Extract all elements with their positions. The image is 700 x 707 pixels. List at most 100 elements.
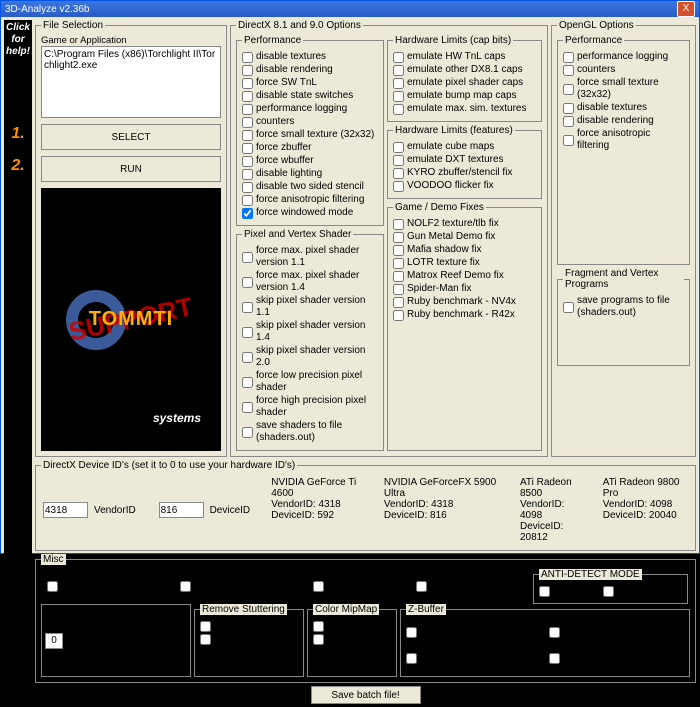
checkbox-item[interactable]: counters — [242, 116, 378, 128]
run-button[interactable]: RUN — [41, 156, 221, 182]
checkbox-item[interactable]: force 16 bit zbuffer (without stencil) — [406, 620, 541, 644]
checkbox-item[interactable]: emulate bump map caps — [393, 90, 536, 102]
select-button[interactable]: SELECT — [41, 124, 221, 150]
checkbox-item[interactable]: NOLF2 texture/tlb fix — [393, 218, 536, 230]
checkbox-item[interactable]: save programs to file (shaders.out) — [563, 295, 684, 319]
checkbox-item[interactable]: Ruby benchmark - R42x — [393, 309, 536, 321]
checkbox-item[interactable]: methode 2 — [313, 633, 391, 645]
checkbox-item[interactable]: Matrox Reef Demo fix — [393, 270, 536, 282]
checkbox-item[interactable]: skip pixel shader version 1.1 — [242, 295, 378, 319]
gdf-legend: Game / Demo Fixes — [393, 202, 486, 213]
device-id-input[interactable] — [159, 502, 204, 518]
checkbox-item[interactable]: force wbuffer — [242, 155, 378, 167]
save-batch-button[interactable]: Save batch file! — [311, 686, 421, 704]
checkbox-item[interactable]: force windowed mode — [242, 207, 378, 219]
step-2: 2. — [11, 160, 24, 172]
opengl-legend: OpenGL Options — [557, 20, 636, 31]
checkbox-item[interactable]: force small texture (32x32) — [242, 129, 378, 141]
opengl-group: OpenGL Options Performance performance l… — [551, 20, 696, 457]
close-icon[interactable]: X — [677, 1, 695, 17]
hwf-legend: Hardware Limits (features) — [393, 125, 515, 136]
checkbox-item[interactable]: VOODOO flicker fix — [393, 180, 536, 192]
checkbox-item[interactable]: emulate HW TnL caps — [393, 51, 536, 63]
fvp-legend: Fragment and Vertex Programs — [563, 268, 684, 290]
checkbox-item[interactable]: disable state switches — [242, 90, 378, 102]
checkbox-item[interactable]: force 16 bit zbuffer (with stencil) — [549, 620, 684, 644]
vendor-id-label: VendorID — [94, 505, 136, 516]
checkbox-item[interactable]: force SW TnL — [242, 77, 378, 89]
checkbox-item[interactable]: KYRO zbuffer/stencil fix — [393, 167, 536, 179]
checkbox-item[interactable]: methode 1 — [313, 620, 391, 632]
help-text: help! — [6, 46, 30, 58]
checkbox-item[interactable]: quality mode — [200, 620, 298, 632]
checkbox-item[interactable]: skip pixel shader version 2.0 — [242, 345, 378, 369]
debug-log-checkbox[interactable]: debug logging (log.out) — [174, 570, 304, 603]
misc-group: Misc force wireframe mode debug logging … — [35, 554, 696, 683]
help-sidebar[interactable]: Click for help! 1. 2. — [4, 20, 32, 704]
checkbox-item[interactable]: Spider-Man fix — [393, 283, 536, 295]
checkbox-item[interactable]: force anisotropic filtering — [242, 194, 378, 206]
checkbox-item[interactable]: performance mode — [200, 633, 298, 645]
checkbox-item[interactable]: force high precision pixel shader — [242, 395, 378, 419]
checkbox-item[interactable]: force anisotropic filtering — [563, 128, 684, 152]
fragment-vertex-group: Fragment and Vertex Programs save progra… — [557, 268, 690, 366]
adm-textures-checkbox[interactable]: textures — [603, 585, 653, 597]
checkbox-item[interactable]: disable textures — [242, 51, 378, 63]
adm-shaders-checkbox[interactable]: shaders — [539, 585, 589, 597]
checkbox-item[interactable]: emulate pixel shader caps — [393, 77, 536, 89]
rs-legend: Remove Stuttering — [200, 604, 287, 615]
checkbox-item[interactable]: force 24 bit zbuffer (with stencil) — [549, 646, 684, 670]
checkbox-item[interactable]: force small texture (32x32) — [563, 77, 684, 101]
checkbox-item[interactable]: disable textures — [563, 102, 684, 114]
countdown-group: countdown for disable rendering / disabl… — [41, 604, 191, 677]
game-app-label: Game or Application — [41, 35, 221, 46]
checkbox-item[interactable]: Mafia shadow fix — [393, 244, 536, 256]
checkbox-item[interactable]: force 24 bit zbuffer (without stencil) — [406, 646, 541, 670]
countdown-label: countdown for disable rendering / disabl… — [67, 624, 187, 657]
color-mipmap-group: Color MipMap methode 1methode 2 — [307, 604, 397, 677]
checkbox-item[interactable]: emulate DXT textures — [393, 154, 536, 166]
force-100hz-checkbox[interactable]: force 100 hz — [307, 570, 407, 603]
checkbox-item[interactable]: force max. pixel shader version 1.4 — [242, 270, 378, 294]
checkbox-item[interactable]: force low precision pixel shader — [242, 370, 378, 394]
pvs-legend: Pixel and Vertex Shader — [242, 229, 353, 240]
vendor-id-input[interactable] — [43, 502, 88, 518]
checkbox-item[interactable]: disable rendering — [563, 115, 684, 127]
checkbox-item[interactable]: emulate max. sim. textures — [393, 103, 536, 115]
force-reference-checkbox[interactable]: force reference rast. — [410, 570, 530, 603]
checkbox-item[interactable]: emulate cube maps — [393, 141, 536, 153]
help-text: Click — [6, 22, 30, 34]
logo: SUPPORT TOMMTI systems — [41, 188, 221, 451]
checkbox-item[interactable]: skip pixel shader version 1.4 — [242, 320, 378, 344]
checkbox-item[interactable]: emulate other DX8.1 caps — [393, 64, 536, 76]
anti-detect-group: ANTI-DETECT MODE shaders textures — [533, 569, 688, 604]
device-card: NVIDIA GeForce Ti 4600VendorID: 4318Devi… — [271, 477, 370, 543]
checkbox-item[interactable]: force zbuffer — [242, 142, 378, 154]
countdown-input[interactable] — [45, 633, 63, 649]
checkbox-item[interactable]: disable lighting — [242, 168, 378, 180]
checkbox-item[interactable]: disable two sided stencil — [242, 181, 378, 193]
titlebar: 3D-Analyze v2.36b X — [1, 1, 699, 17]
checkbox-item[interactable]: Ruby benchmark - NV4x — [393, 296, 536, 308]
cmm-legend: Color MipMap — [313, 604, 379, 615]
zbuffer-group: Z-Buffer force 16 bit zbuffer (without s… — [400, 604, 690, 677]
logo-systems: systems — [153, 411, 201, 425]
device-card: ATi Radeon 8500VendorID: 4098DeviceID: 2… — [520, 477, 589, 543]
remove-stutter-group: Remove Stuttering quality modeperformanc… — [194, 604, 304, 677]
hw-features-group: Hardware Limits (features) emulate cube … — [387, 125, 542, 199]
checkbox-item[interactable]: force max. pixel shader version 1.1 — [242, 245, 378, 269]
window: 3D-Analyze v2.36b X Click for help! 1. 2… — [0, 0, 700, 554]
misc-legend: Misc — [41, 554, 66, 565]
wireframe-checkbox[interactable]: force wireframe mode — [41, 570, 171, 603]
checkbox-item[interactable]: LOTR texture fix — [393, 257, 536, 269]
device-id-label: DeviceID — [210, 505, 251, 516]
checkbox-item[interactable]: save shaders to file (shaders.out) — [242, 420, 378, 444]
checkbox-item[interactable]: counters — [563, 64, 684, 76]
checkbox-item[interactable]: disable rendering — [242, 64, 378, 76]
file-selection-legend: File Selection — [41, 20, 105, 31]
checkbox-item[interactable]: performance logging — [563, 51, 684, 63]
device-ids-legend: DirectX Device ID's (set it to 0 to use … — [41, 460, 297, 471]
checkbox-item[interactable]: Gun Metal Demo fix — [393, 231, 536, 243]
zb-legend: Z-Buffer — [406, 604, 446, 615]
checkbox-item[interactable]: performance logging — [242, 103, 378, 115]
